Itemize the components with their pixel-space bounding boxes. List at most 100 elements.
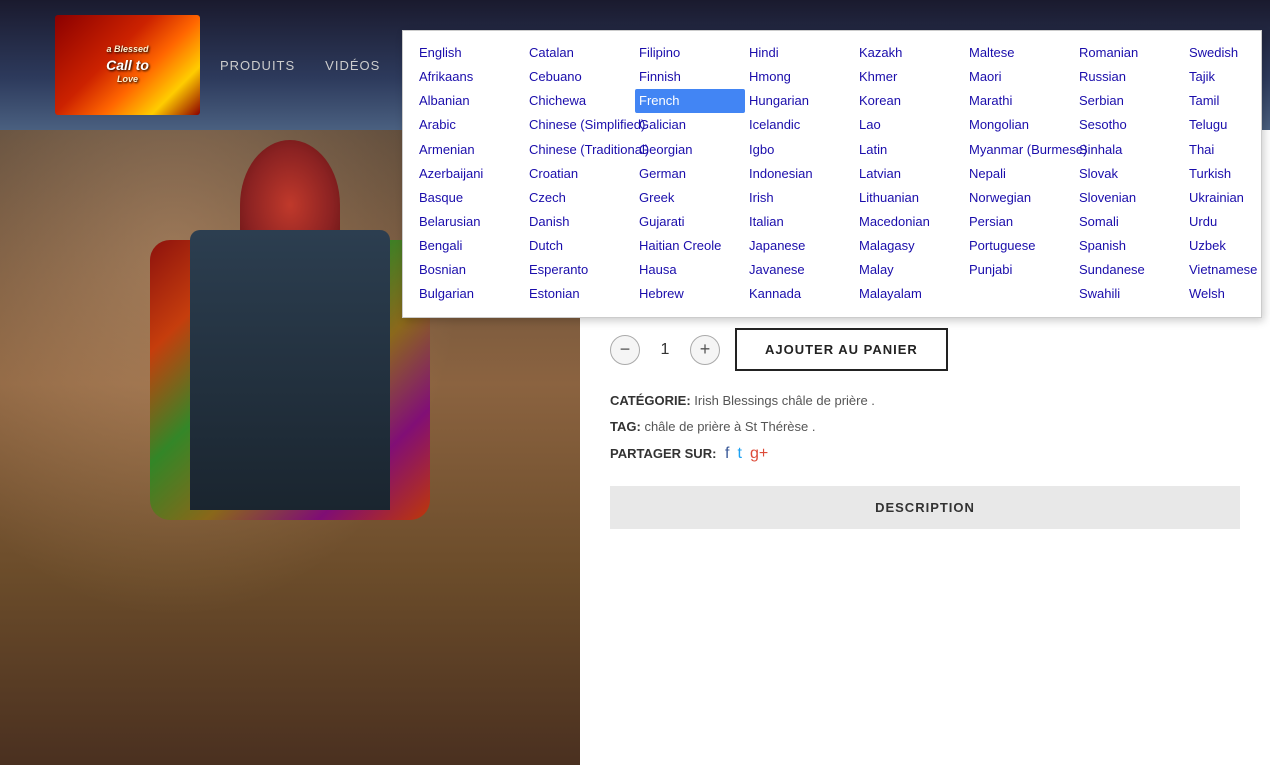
lang-malayalam[interactable]: Malayalam [855,282,965,306]
lang-javanese[interactable]: Javanese [745,258,855,282]
lang-sesotho[interactable]: Sesotho [1075,113,1185,137]
lang-arabic[interactable]: Arabic [415,113,525,137]
tag-label: TAG: [610,419,641,434]
lang-russian[interactable]: Russian [1075,65,1185,89]
lang-finnish[interactable]: Finnish [635,65,745,89]
lang-khmer[interactable]: Khmer [855,65,965,89]
lang-azerbaijani[interactable]: Azerbaijani [415,162,525,186]
share-label: PARTAGER SUR: [610,446,716,461]
lang-armenian[interactable]: Armenian [415,138,525,162]
lang-malay[interactable]: Malay [855,258,965,282]
lang-danish[interactable]: Danish [525,210,635,234]
lang-tajik[interactable]: Tajik [1185,65,1270,89]
google-plus-icon[interactable]: g+ [750,442,768,466]
lang-slovenian[interactable]: Slovenian [1075,186,1185,210]
lang-romanian[interactable]: Romanian [1075,41,1185,65]
lang-hungarian[interactable]: Hungarian [745,89,855,113]
lang-kazakh[interactable]: Kazakh [855,41,965,65]
lang-galician[interactable]: Galician [635,113,745,137]
lang-hindi[interactable]: Hindi [745,41,855,65]
lang-ukrainian[interactable]: Ukrainian [1185,186,1270,210]
lang-col-5: Kazakh Khmer Korean Lao Latin Latvian Li… [855,41,965,307]
lang-hebrew[interactable]: Hebrew [635,282,745,306]
nav-videos[interactable]: VIDÉOS [325,58,380,73]
lang-afrikaans[interactable]: Afrikaans [415,65,525,89]
lang-catalan[interactable]: Catalan [525,41,635,65]
lang-slovak[interactable]: Slovak [1075,162,1185,186]
lang-indonesian[interactable]: Indonesian [745,162,855,186]
lang-lithuanian[interactable]: Lithuanian [855,186,965,210]
lang-japanese[interactable]: Japanese [745,234,855,258]
lang-maltese[interactable]: Maltese [965,41,1075,65]
lang-swahili[interactable]: Swahili [1075,282,1185,306]
lang-italian[interactable]: Italian [745,210,855,234]
description-button[interactable]: DESCRIPTION [610,486,1240,529]
lang-basque[interactable]: Basque [415,186,525,210]
lang-hmong[interactable]: Hmong [745,65,855,89]
lang-malagasy[interactable]: Malagasy [855,234,965,258]
lang-welsh[interactable]: Welsh [1185,282,1270,306]
lang-chichewa[interactable]: Chichewa [525,89,635,113]
lang-english[interactable]: English [415,41,525,65]
lang-macedonian[interactable]: Macedonian [855,210,965,234]
lang-chinese-traditional[interactable]: Chinese (Traditional) [525,138,635,162]
lang-somali[interactable]: Somali [1075,210,1185,234]
lang-persian[interactable]: Persian [965,210,1075,234]
lang-thai[interactable]: Thai [1185,138,1270,162]
lang-sinhala[interactable]: Sinhala [1075,138,1185,162]
lang-igbo[interactable]: Igbo [745,138,855,162]
lang-esperanto[interactable]: Esperanto [525,258,635,282]
lang-norwegian[interactable]: Norwegian [965,186,1075,210]
lang-telugu[interactable]: Telugu [1185,113,1270,137]
lang-korean[interactable]: Korean [855,89,965,113]
lang-bulgarian[interactable]: Bulgarian [415,282,525,306]
lang-hausa[interactable]: Hausa [635,258,745,282]
lang-swedish[interactable]: Swedish [1185,41,1270,65]
lang-mongolian[interactable]: Mongolian [965,113,1075,137]
quantity-increase-button[interactable]: + [690,335,720,365]
lang-latin[interactable]: Latin [855,138,965,162]
lang-estonian[interactable]: Estonian [525,282,635,306]
lang-turkish[interactable]: Turkish [1185,162,1270,186]
lang-sundanese[interactable]: Sundanese [1075,258,1185,282]
lang-portuguese[interactable]: Portuguese [965,234,1075,258]
lang-bengali[interactable]: Bengali [415,234,525,258]
lang-irish[interactable]: Irish [745,186,855,210]
lang-french[interactable]: French [635,89,745,113]
lang-croatian[interactable]: Croatian [525,162,635,186]
lang-nepali[interactable]: Nepali [965,162,1075,186]
site-logo[interactable]: a Blessed Call to Love [55,15,200,115]
lang-german[interactable]: German [635,162,745,186]
lang-myanmar[interactable]: Myanmar (Burmese) [965,138,1075,162]
lang-uzbek[interactable]: Uzbek [1185,234,1270,258]
lang-albanian[interactable]: Albanian [415,89,525,113]
lang-marathi[interactable]: Marathi [965,89,1075,113]
lang-latvian[interactable]: Latvian [855,162,965,186]
lang-vietnamese[interactable]: Vietnamese [1185,258,1270,282]
lang-greek[interactable]: Greek [635,186,745,210]
twitter-icon[interactable]: t [737,442,741,466]
lang-kannada[interactable]: Kannada [745,282,855,306]
lang-maori[interactable]: Maori [965,65,1075,89]
lang-cebuano[interactable]: Cebuano [525,65,635,89]
lang-punjabi[interactable]: Punjabi [965,258,1075,282]
lang-georgian[interactable]: Georgian [635,138,745,162]
lang-filipino[interactable]: Filipino [635,41,745,65]
lang-belarusian[interactable]: Belarusian [415,210,525,234]
add-to-cart-button[interactable]: AJOUTER AU PANIER [735,328,948,371]
nav-produits[interactable]: PRODUITS [220,58,295,73]
lang-urdu[interactable]: Urdu [1185,210,1270,234]
lang-czech[interactable]: Czech [525,186,635,210]
lang-chinese-simplified[interactable]: Chinese (Simplified) [525,113,635,137]
lang-bosnian[interactable]: Bosnian [415,258,525,282]
lang-serbian[interactable]: Serbian [1075,89,1185,113]
facebook-icon[interactable]: f [725,442,729,466]
lang-haitian-creole[interactable]: Haitian Creole [635,234,745,258]
lang-dutch[interactable]: Dutch [525,234,635,258]
lang-icelandic[interactable]: Icelandic [745,113,855,137]
lang-gujarati[interactable]: Gujarati [635,210,745,234]
quantity-decrease-button[interactable]: − [610,335,640,365]
lang-lao[interactable]: Lao [855,113,965,137]
lang-spanish[interactable]: Spanish [1075,234,1185,258]
lang-tamil[interactable]: Tamil [1185,89,1270,113]
